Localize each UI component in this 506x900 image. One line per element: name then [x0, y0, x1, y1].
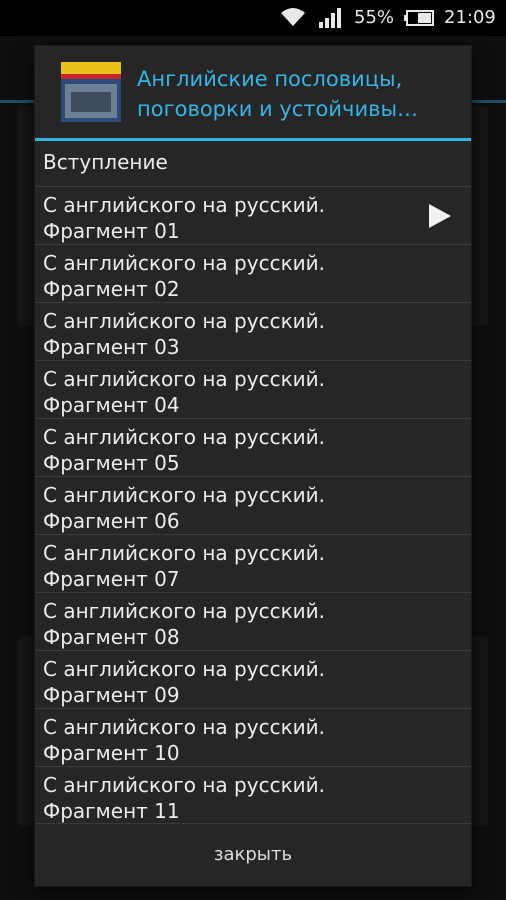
dialog-title: Английские пословицы, поговорки и устойч…	[137, 64, 457, 124]
book-cover-image	[61, 62, 121, 122]
list-item-sublabel: Фрагмент 09	[43, 683, 180, 707]
list-item-sublabel: Фрагмент 02	[43, 277, 180, 301]
battery-icon	[404, 10, 434, 26]
dialog-title-line: Английские пословицы,	[137, 67, 403, 91]
list-item-intro[interactable]: Вступление	[35, 141, 471, 187]
list-item-fragment-03[interactable]: С английского на русский. Фрагмент 03	[35, 303, 471, 361]
chapter-dialog: Английские пословицы, поговорки и устойч…	[35, 46, 471, 886]
list-item-sublabel: Фрагмент 01	[43, 219, 180, 243]
dialog-footer: закрыть	[35, 823, 471, 886]
chapter-list[interactable]: Вступление С английского на русский. Фра…	[35, 141, 471, 823]
list-item-label: С английского на русский.	[43, 483, 326, 507]
battery-percent: 55%	[354, 7, 395, 28]
list-item-sublabel: Фрагмент 04	[43, 393, 180, 417]
clock: 21:09	[444, 7, 496, 28]
list-item-fragment-01[interactable]: С английского на русский. Фрагмент 01	[35, 187, 471, 245]
list-item-label: С английского на русский.	[43, 309, 326, 333]
list-item-fragment-07[interactable]: С английского на русский. Фрагмент 07	[35, 535, 471, 593]
status-bar: 55% 21:09	[0, 0, 506, 36]
list-item-sublabel: Фрагмент 07	[43, 567, 180, 591]
list-item-sublabel: Фрагмент 06	[43, 509, 180, 533]
list-item-sublabel: Фрагмент 11	[43, 799, 180, 823]
list-item-fragment-08[interactable]: С английского на русский. Фрагмент 08	[35, 593, 471, 651]
list-item-fragment-10[interactable]: С английского на русский. Фрагмент 10	[35, 709, 471, 767]
list-item-label: С английского на русский.	[43, 193, 326, 217]
close-button[interactable]: закрыть	[35, 824, 471, 886]
list-item-sublabel: Фрагмент 08	[43, 625, 180, 649]
list-item-label: С английского на русский.	[43, 251, 326, 275]
list-item-fragment-05[interactable]: С английского на русский. Фрагмент 05	[35, 419, 471, 477]
list-item-label: С английского на русский.	[43, 657, 326, 681]
list-item-label: С английского на русский.	[43, 773, 326, 797]
dialog-title-line: поговорки и устойчивы…	[137, 97, 419, 121]
list-item-sublabel: Фрагмент 03	[43, 335, 180, 359]
signal-icon	[319, 8, 341, 28]
dialog-header: Английские пословицы, поговорки и устойч…	[35, 46, 471, 138]
play-icon	[429, 204, 451, 228]
wifi-icon	[281, 8, 305, 26]
list-item-fragment-02[interactable]: С английского на русский. Фрагмент 02	[35, 245, 471, 303]
list-item-label: С английского на русский.	[43, 715, 326, 739]
list-item-label: С английского на русский.	[43, 599, 326, 623]
list-item-label: Вступление	[43, 150, 168, 174]
list-item-label: С английского на русский.	[43, 425, 326, 449]
list-item-fragment-11[interactable]: С английского на русский. Фрагмент 11	[35, 767, 471, 823]
list-item-sublabel: Фрагмент 05	[43, 451, 180, 475]
list-item-label: С английского на русский.	[43, 541, 326, 565]
screen: 55% 21:09 Английские пословицы, поговорк…	[0, 0, 506, 900]
list-item-fragment-06[interactable]: С английского на русский. Фрагмент 06	[35, 477, 471, 535]
list-item-fragment-04[interactable]: С английского на русский. Фрагмент 04	[35, 361, 471, 419]
list-item-label: С английского на русский.	[43, 367, 326, 391]
list-item-sublabel: Фрагмент 10	[43, 741, 180, 765]
list-item-fragment-09[interactable]: С английского на русский. Фрагмент 09	[35, 651, 471, 709]
